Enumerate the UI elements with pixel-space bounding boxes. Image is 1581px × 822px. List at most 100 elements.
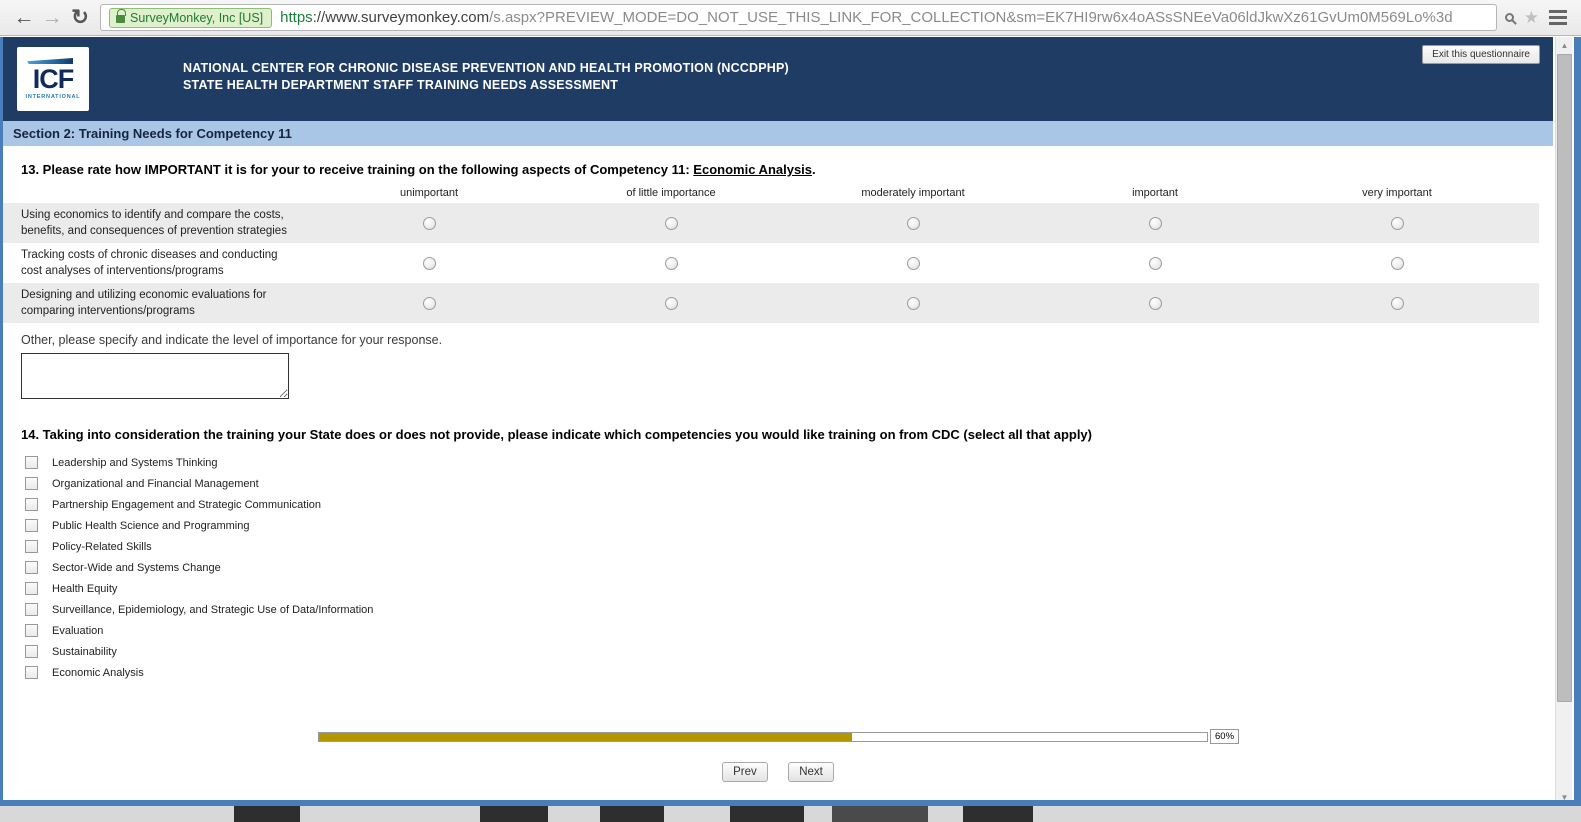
icf-logo: ICF INTERNATIONAL: [17, 47, 89, 111]
scroll-up-icon[interactable]: ▲: [1556, 37, 1573, 53]
checkbox-item[interactable]: Evaluation: [25, 624, 1553, 637]
icf-logo-subtext: INTERNATIONAL: [25, 94, 81, 100]
scrollbar-thumb[interactable]: [1557, 54, 1572, 702]
matrix-column-header: very important: [1362, 187, 1432, 199]
question-13-title: 13. Please rate how IMPORTANT it is for …: [21, 162, 816, 177]
radio-button[interactable]: [1390, 256, 1404, 270]
survey-content: 13. Please rate how IMPORTANT it is for …: [3, 162, 1553, 805]
checkbox-item[interactable]: Partnership Engagement and Strategic Com…: [25, 498, 1553, 511]
search-icon[interactable]: [1504, 13, 1514, 22]
checkbox[interactable]: [25, 456, 38, 469]
ev-certificate-badge[interactable]: SurveyMonkey, Inc [US]: [109, 7, 273, 28]
survey-header: ICF INTERNATIONAL NATIONAL CENTER FOR CH…: [3, 37, 1553, 121]
checkbox-item[interactable]: Leadership and Systems Thinking: [25, 456, 1553, 469]
url-path: /s.aspx?PREVIEW_MODE=DO_NOT_USE_THIS_LIN…: [489, 9, 1453, 26]
radio-button[interactable]: [422, 216, 436, 230]
lock-icon: [116, 9, 126, 24]
prev-button[interactable]: Prev: [722, 762, 768, 782]
checkbox-label: Sector-Wide and Systems Change: [52, 561, 221, 574]
checkbox-label: Health Equity: [52, 582, 118, 595]
checkbox-label: Economic Analysis: [52, 666, 144, 679]
checkbox-label: Surveillance, Epidemiology, and Strategi…: [52, 603, 374, 616]
checkbox[interactable]: [25, 498, 38, 511]
browser-screenshot: ← → ↻ SurveyMonkey, Inc [US] https://www…: [0, 0, 1581, 822]
checkbox-item[interactable]: Policy-Related Skills: [25, 540, 1553, 553]
icf-logo-text: ICF: [32, 64, 74, 94]
progress-fill: [319, 732, 852, 741]
checkbox[interactable]: [25, 477, 38, 490]
matrix-row: Using economics to identify and compare …: [3, 203, 1539, 243]
back-icon[interactable]: ←: [10, 4, 38, 32]
checkbox[interactable]: [25, 624, 38, 637]
q13-text: 13. Please rate how IMPORTANT it is for …: [21, 162, 694, 177]
radio-button[interactable]: [664, 216, 678, 230]
survey-title: NATIONAL CENTER FOR CHRONIC DISEASE PREV…: [183, 60, 789, 94]
radio-button[interactable]: [906, 256, 920, 270]
other-specify-label: Other, please specify and indicate the l…: [21, 333, 443, 347]
radio-button[interactable]: [906, 216, 920, 230]
vertical-scrollbar[interactable]: ▲ ▼: [1555, 37, 1572, 805]
radio-button[interactable]: [664, 256, 678, 270]
menu-icon[interactable]: [1549, 10, 1567, 25]
matrix-row-label: Tracking costs of chronic diseases and c…: [21, 249, 278, 277]
matrix-column-header: important: [1132, 187, 1178, 199]
checkbox[interactable]: [25, 540, 38, 553]
radio-button[interactable]: [906, 296, 920, 310]
checkbox-label: Sustainability: [52, 645, 117, 658]
matrix-header-row: unimportant of little importance moderat…: [3, 187, 1539, 203]
checkbox[interactable]: [25, 645, 38, 658]
radio-button[interactable]: [1148, 256, 1162, 270]
toolbar-right-icons: ★: [1504, 9, 1571, 26]
matrix-column-header: unimportant: [399, 187, 459, 199]
checkbox-item[interactable]: Organizational and Financial Management: [25, 477, 1553, 490]
taskbar-sliver: [0, 806, 1581, 822]
checkbox-item[interactable]: Health Equity: [25, 582, 1553, 595]
checkbox-item[interactable]: Sustainability: [25, 645, 1553, 658]
next-button[interactable]: Next: [788, 762, 834, 782]
survey-title-line2: STATE HEALTH DEPARTMENT STAFF TRAINING N…: [183, 78, 619, 92]
checkbox[interactable]: [25, 561, 38, 574]
browser-viewport: ICF INTERNATIONAL NATIONAL CENTER FOR CH…: [0, 37, 1581, 805]
url-text[interactable]: https://www.surveymonkey.com/s.aspx?PREV…: [280, 9, 1452, 26]
matrix-row: Tracking costs of chronic diseases and c…: [3, 243, 1539, 283]
checkbox-item[interactable]: Sector-Wide and Systems Change: [25, 561, 1553, 574]
matrix-row-label: Designing and utilizing economic evaluat…: [21, 289, 267, 317]
checkbox[interactable]: [25, 519, 38, 532]
exit-questionnaire-button[interactable]: Exit this questionnaire: [1422, 45, 1540, 64]
url-domain: ://www.surveymonkey.com: [312, 9, 490, 26]
nav-button-row: Prev Next: [3, 762, 1553, 782]
checkbox-item[interactable]: Public Health Science and Programming: [25, 519, 1553, 532]
section-title-bar: Section 2: Training Needs for Competency…: [3, 121, 1553, 146]
q13-rating-matrix: unimportant of little importance moderat…: [3, 187, 1539, 323]
forward-icon[interactable]: →: [38, 4, 66, 32]
checkbox-label: Leadership and Systems Thinking: [52, 456, 218, 469]
checkbox[interactable]: [25, 666, 38, 679]
address-bar[interactable]: SurveyMonkey, Inc [US] https://www.surve…: [100, 4, 1497, 31]
ev-badge-label: SurveyMonkey, Inc [US]: [130, 10, 264, 25]
matrix-column-header: of little importance: [626, 187, 716, 199]
bookmark-star-icon[interactable]: ★: [1524, 9, 1539, 26]
checkbox[interactable]: [25, 603, 38, 616]
browser-toolbar: ← → ↻ SurveyMonkey, Inc [US] https://www…: [0, 0, 1581, 36]
progress-percent-label: 60%: [1210, 729, 1240, 744]
radio-button[interactable]: [1148, 296, 1162, 310]
survey-title-line1: NATIONAL CENTER FOR CHRONIC DISEASE PREV…: [183, 61, 789, 75]
radio-button[interactable]: [422, 256, 436, 270]
checkbox-item[interactable]: Surveillance, Epidemiology, and Strategi…: [25, 603, 1553, 616]
url-scheme: https: [280, 9, 313, 26]
radio-button[interactable]: [1390, 216, 1404, 230]
other-specify-textarea[interactable]: [21, 353, 289, 399]
q14-checkbox-list: Leadership and Systems Thinking Organiza…: [25, 456, 1553, 679]
radio-button[interactable]: [1148, 216, 1162, 230]
reload-icon[interactable]: ↻: [66, 4, 94, 32]
checkbox-item[interactable]: Economic Analysis: [25, 666, 1553, 679]
checkbox[interactable]: [25, 582, 38, 595]
matrix-row: Designing and utilizing economic evaluat…: [3, 283, 1539, 323]
radio-button[interactable]: [1390, 296, 1404, 310]
radio-button[interactable]: [664, 296, 678, 310]
icf-logo-swoosh-icon: [27, 58, 73, 64]
radio-button[interactable]: [422, 296, 436, 310]
checkbox-label: Organizational and Financial Management: [52, 477, 259, 490]
question-14-title: 14. Taking into consideration the traini…: [21, 427, 1092, 442]
checkbox-label: Public Health Science and Programming: [52, 519, 250, 532]
